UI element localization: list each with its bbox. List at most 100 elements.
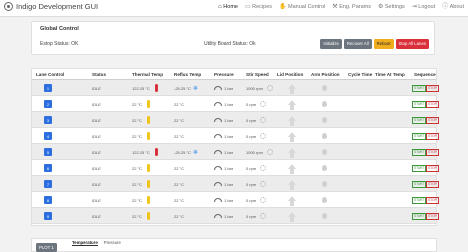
reflux-temp-cell: 22 °C xyxy=(174,208,184,224)
sequence-start-button[interactable]: START xyxy=(412,212,427,220)
thermal-temp-value: 22 °C xyxy=(132,197,143,203)
col-header-cycle-time[interactable]: Cycle Time xyxy=(348,72,372,77)
nav-logout[interactable]: ⇥ Logout xyxy=(412,4,435,10)
lane-status-text: IDLE xyxy=(92,213,101,219)
pressure-gauge-icon xyxy=(214,102,222,106)
tab-temperature[interactable]: Temperature xyxy=(72,240,98,246)
thermal-temp-value: 22 °C xyxy=(132,101,143,107)
arm-position-cell xyxy=(322,96,327,112)
sequence-buttons: START STOP xyxy=(412,132,439,140)
lane-control-cell: 7 xyxy=(44,176,52,192)
nav-eng[interactable]: ⚒ Eng. Params xyxy=(332,4,371,10)
col-header-reflux-temp[interactable]: Reflux Temp xyxy=(174,72,201,77)
pressure-gauge-icon xyxy=(214,182,222,186)
nav-manual-label: Manual Control xyxy=(288,4,326,10)
pressure-cell: 1 bar xyxy=(214,128,233,144)
sequence-stop-button[interactable]: STOP xyxy=(426,164,439,172)
sequence-stop-button[interactable]: STOP xyxy=(426,196,439,204)
sequence-start-button[interactable]: START xyxy=(412,116,427,124)
thermal-temp-cell: 22 °C xyxy=(132,192,151,208)
thermal-temp-cell: 22 °C xyxy=(132,208,151,224)
house-icon: ⌂ xyxy=(218,4,222,10)
nav-manual[interactable]: ✋ Manual Control xyxy=(279,4,325,10)
nav-settings[interactable]: ⚙ Settings xyxy=(378,4,405,10)
stir-speed-value: 0 rpm xyxy=(246,165,257,171)
lid-up-arrow-icon xyxy=(288,179,296,190)
reflux-temp-value: 22 °C xyxy=(174,165,185,171)
col-header-status[interactable]: Status xyxy=(92,72,106,77)
lid-position-cell xyxy=(288,208,296,224)
stirrer-icon xyxy=(260,101,267,107)
lane-button[interactable]: 2 xyxy=(44,100,52,108)
col-header-sequence[interactable]: Sequence xyxy=(414,72,436,77)
lid-arrow-stem xyxy=(290,136,294,142)
lid-arrow-stem xyxy=(290,168,294,174)
col-header-time-at-temp[interactable]: Time At Temp xyxy=(375,72,405,77)
initialize-button[interactable]: Initialize xyxy=(320,39,342,49)
arm-drop-icon xyxy=(322,117,327,123)
nav-recipes[interactable]: ▭ Recipes xyxy=(245,4,272,10)
sequence-start-button[interactable]: START xyxy=(412,100,427,108)
stirrer-icon xyxy=(266,85,273,91)
lane-control-cell: 4 xyxy=(44,128,52,144)
lane-button[interactable]: 5 xyxy=(44,148,52,156)
lane-button[interactable]: 1 xyxy=(44,84,52,92)
lane-button[interactable]: 8 xyxy=(44,196,52,204)
thermal-temp-value: 22 °C xyxy=(132,117,143,123)
lane-button[interactable]: 9 xyxy=(44,212,52,220)
sequence-start-button[interactable]: START xyxy=(412,196,427,204)
col-header-stir-speed[interactable]: Stir Speed xyxy=(246,72,269,77)
nav-about[interactable]: ⓘ About xyxy=(442,4,464,10)
col-header-pressure[interactable]: Pressure xyxy=(214,72,234,77)
sequence-buttons: START STOP xyxy=(412,212,439,220)
stirrer-icon xyxy=(260,117,267,123)
nav-home[interactable]: ⌂ Home xyxy=(218,4,238,10)
sequence-buttons: START STOP xyxy=(412,84,439,92)
stir-speed-value: 1000 rpm xyxy=(246,149,263,155)
sequence-stop-button[interactable]: STOP xyxy=(426,84,439,92)
stop-all-lanes-button[interactable]: Stop All Lanes xyxy=(395,39,429,49)
plot-1-button[interactable]: PLOT 1 xyxy=(36,243,57,252)
tab-pressure[interactable]: Pressure xyxy=(104,240,121,246)
app-brand[interactable]: Indigo Development GUI xyxy=(4,2,98,11)
col-header-lid-position[interactable]: Lid Position xyxy=(277,72,303,77)
col-header-thermal-temp[interactable]: Thermal Temp xyxy=(132,72,163,77)
sequence-stop-button[interactable]: STOP xyxy=(426,148,439,156)
pressure-value: 1 bar xyxy=(224,133,234,139)
lanes-table-header: Lane Control Status Thermal Temp Reflux Tem… xyxy=(32,69,436,80)
lane-row: 3 IDLE 22 °C 22 °C 1 bar 0 rpm START STOP xyxy=(32,112,439,128)
pressure-value: 1 bar xyxy=(224,149,234,155)
lane-button[interactable]: 6 xyxy=(44,164,52,172)
lane-button[interactable]: 4 xyxy=(44,132,52,140)
pressure-value: 1 bar xyxy=(224,101,234,107)
recover-all-button[interactable]: Recover All xyxy=(343,39,372,49)
sequence-start-button[interactable]: START xyxy=(412,148,427,156)
stir-speed-cell: 1000 rpm xyxy=(246,144,273,160)
col-header-lane-control[interactable]: Lane Control xyxy=(36,72,64,77)
gear-icon: ⚙ xyxy=(377,4,384,10)
plot-tabs: Temperature Pressure xyxy=(72,240,121,246)
col-header-arm-position[interactable]: Arm Position xyxy=(311,72,340,77)
lid-position-cell xyxy=(288,192,296,208)
pressure-value: 1 bar xyxy=(224,213,234,219)
lane-row: 9 IDLE 22 °C 22 °C 1 bar 0 rpm START STOP xyxy=(32,208,439,224)
lane-button[interactable]: 7 xyxy=(44,180,52,188)
lane-row: 5 IDLE 122.25 °C -25.25 °C ❄ 1 bar 1000 rpm STA… xyxy=(32,144,439,160)
lane-control-cell: 1 xyxy=(44,80,52,96)
sequence-stop-button[interactable]: STOP xyxy=(426,116,439,124)
lane-button[interactable]: 3 xyxy=(44,116,52,124)
sequence-stop-button[interactable]: STOP xyxy=(426,132,439,140)
sequence-stop-button[interactable]: STOP xyxy=(426,212,439,220)
arm-position-cell xyxy=(322,160,327,176)
lane-control-cell: 2 xyxy=(44,96,52,112)
pressure-value: 1 bar xyxy=(224,197,234,203)
reboot-button[interactable]: Reboot xyxy=(373,39,394,49)
sequence-stop-button[interactable]: STOP xyxy=(426,180,439,188)
sequence-start-button[interactable]: START xyxy=(412,180,427,188)
sequence-start-button[interactable]: START xyxy=(412,132,427,140)
arm-drop-icon xyxy=(322,133,327,139)
sequence-start-button[interactable]: START xyxy=(412,84,427,92)
sequence-start-button[interactable]: START xyxy=(412,164,427,172)
stirrer-icon xyxy=(260,133,267,139)
sequence-stop-button[interactable]: STOP xyxy=(426,100,439,108)
